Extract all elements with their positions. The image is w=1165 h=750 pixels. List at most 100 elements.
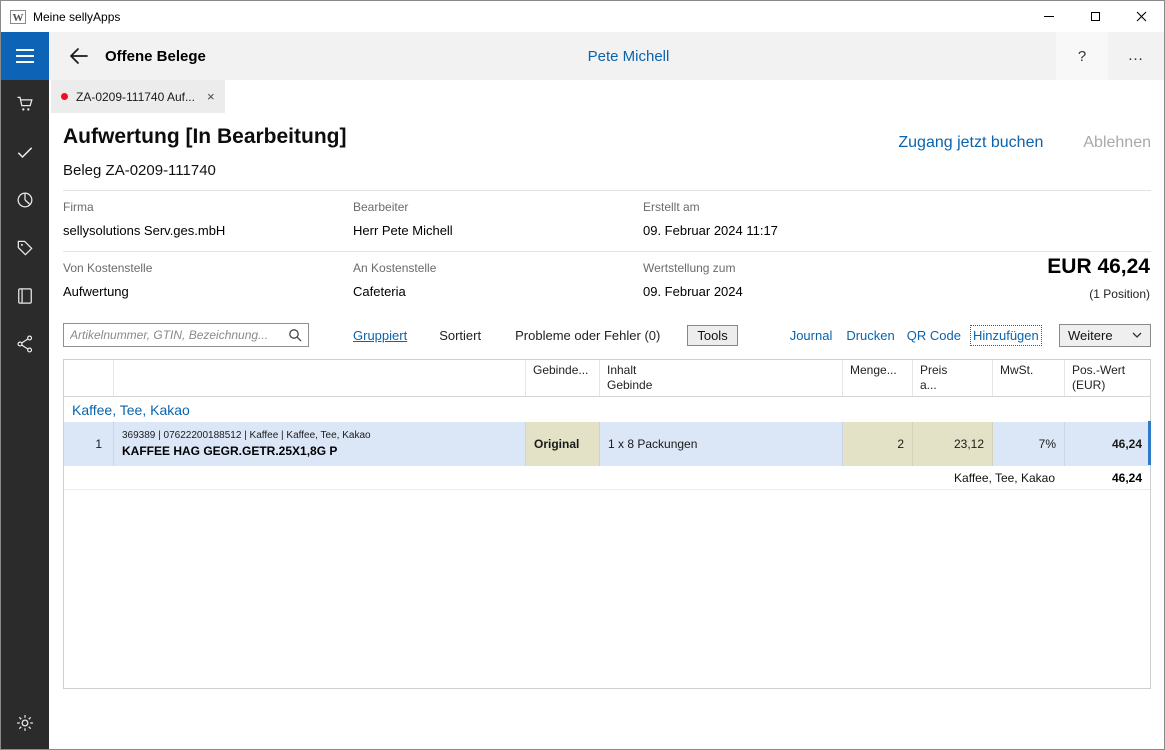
field-von-kostenstelle: Von Kostenstelle Aufwertung xyxy=(63,261,353,301)
column-header-preis[interactable]: Preis a... xyxy=(913,360,993,396)
column-header-mwst[interactable]: MwSt. xyxy=(993,360,1065,396)
selected-row-indicator xyxy=(1148,421,1151,465)
close-button[interactable] xyxy=(1118,1,1164,32)
back-arrow-icon xyxy=(69,48,88,64)
unsaved-indicator-dot xyxy=(61,93,68,100)
table-empty-area xyxy=(64,490,1150,688)
maximize-icon xyxy=(1091,12,1100,21)
mwst-cell: 7% xyxy=(993,422,1065,466)
sidebar-nav xyxy=(1,80,49,749)
table-row[interactable]: 1 369389 | 07622200188512 | Kaffee | Kaf… xyxy=(64,422,1150,466)
field-value: 09. Februar 2024 xyxy=(643,284,743,299)
app-header: Offene Belege Pete Michell ? … xyxy=(1,32,1164,80)
main-content: ZA-0209-111740 Auf... × Aufwertung [In B… xyxy=(49,80,1164,749)
field-value: Herr Pete Michell xyxy=(353,223,453,238)
field-label: Bearbeiter xyxy=(353,200,643,214)
gebinde-cell[interactable]: Original xyxy=(526,422,600,466)
field-row-1: Firma sellysolutions Serv.ges.mbH Bearbe… xyxy=(63,191,1151,252)
column-header-poswert[interactable]: Pos.-Wert (EUR) xyxy=(1065,360,1150,396)
document-fields: Firma sellysolutions Serv.ges.mbH Bearbe… xyxy=(63,191,1151,315)
hamburger-icon xyxy=(15,48,35,64)
table-header: Gebinde... Inhalt Gebinde Menge... Preis… xyxy=(64,360,1150,397)
column-header-gebinde[interactable]: Gebinde... xyxy=(526,360,600,396)
column-header-article[interactable] xyxy=(114,360,526,396)
tab-strip: ZA-0209-111740 Auf... × xyxy=(49,80,1164,113)
field-value: sellysolutions Serv.ges.mbH xyxy=(63,223,225,238)
field-label: Firma xyxy=(63,200,353,214)
more-actions-dropdown[interactable]: Weitere xyxy=(1059,324,1151,347)
qr-code-link[interactable]: QR Code xyxy=(907,328,961,343)
window-controls xyxy=(1026,1,1164,32)
tag-icon xyxy=(15,238,35,258)
grouped-toggle[interactable]: Gruppiert xyxy=(353,328,407,343)
items-toolbar: Gruppiert Sortiert Probleme oder Fehler … xyxy=(63,323,1151,347)
sidebar-item-journal[interactable] xyxy=(1,272,49,320)
sidebar-item-tasks[interactable] xyxy=(1,128,49,176)
book-icon xyxy=(15,286,35,306)
sidebar-item-pricing[interactable] xyxy=(1,224,49,272)
field-value: 09. Februar 2024 11:17 xyxy=(643,223,778,238)
more-options-button[interactable]: … xyxy=(1114,32,1158,80)
journal-link[interactable]: Journal xyxy=(790,328,833,343)
minimize-button[interactable] xyxy=(1026,1,1072,32)
document-view: Aufwertung [In Bearbeitung] Zugang jetzt… xyxy=(49,113,1164,749)
field-an-kostenstelle: An Kostenstelle Cafeteria xyxy=(353,261,643,301)
tab-close-icon[interactable]: × xyxy=(207,89,215,104)
window-titlebar[interactable]: W Meine sellyApps xyxy=(1,1,1164,32)
sorted-toggle[interactable]: Sortiert xyxy=(439,328,481,343)
field-firma: Firma sellysolutions Serv.ges.mbH xyxy=(63,200,353,240)
document-subtitle: Beleg ZA-0209-111740 xyxy=(63,162,1151,179)
field-label: An Kostenstelle xyxy=(353,261,643,275)
preis-cell[interactable]: 23,12 xyxy=(913,422,993,466)
article-search-box xyxy=(63,323,309,347)
sidebar-item-reports[interactable] xyxy=(1,176,49,224)
hamburger-menu-button[interactable] xyxy=(1,32,49,80)
field-value: Cafeteria xyxy=(353,284,406,299)
maximize-button[interactable] xyxy=(1072,1,1118,32)
more-actions-label: Weitere xyxy=(1068,328,1113,343)
back-button[interactable] xyxy=(59,37,97,75)
gear-icon xyxy=(15,713,35,733)
column-header-rownum[interactable] xyxy=(64,360,114,396)
field-erstellt-am: Erstellt am 09. Februar 2024 11:17 xyxy=(643,200,1151,240)
app-logo-icon: W xyxy=(10,9,26,25)
menge-cell[interactable]: 2 xyxy=(843,422,913,466)
field-bearbeiter: Bearbeiter Herr Pete Michell xyxy=(353,200,643,240)
window-title: Meine sellyApps xyxy=(33,10,120,24)
row-number-cell: 1 xyxy=(64,422,114,466)
article-cell: 369389 | 07622200188512 | Kaffee | Kaffe… xyxy=(114,422,526,466)
group-header-row[interactable]: Kaffee, Tee, Kakao xyxy=(64,397,1150,422)
sidebar-item-settings[interactable] xyxy=(1,699,49,747)
help-button[interactable]: ? xyxy=(1056,32,1108,80)
minimize-icon xyxy=(1044,16,1054,17)
svg-text:W: W xyxy=(13,12,24,24)
group-summary-row: Kaffee, Tee, Kakao 46,24 xyxy=(64,466,1150,490)
book-now-link[interactable]: Zugang jetzt buchen xyxy=(898,134,1043,152)
document-title-row: Aufwertung [In Bearbeitung] Zugang jetzt… xyxy=(63,125,1151,152)
summary-value: 46,24 xyxy=(1065,471,1150,485)
close-icon xyxy=(1136,11,1147,22)
column-header-inhalt[interactable]: Inhalt Gebinde xyxy=(600,360,843,396)
tab-document[interactable]: ZA-0209-111740 Auf... × xyxy=(51,80,225,113)
page-title: Offene Belege xyxy=(105,48,206,65)
print-link[interactable]: Drucken xyxy=(846,328,894,343)
app-window: W Meine sellyApps Offene Belege Pete Mic… xyxy=(0,0,1165,750)
reject-link[interactable]: Ablehnen xyxy=(1083,134,1151,152)
sidebar-item-cart[interactable] xyxy=(1,80,49,128)
column-header-menge[interactable]: Menge... xyxy=(843,360,913,396)
user-name[interactable]: Pete Michell xyxy=(588,48,670,65)
total-amount: EUR 46,24 xyxy=(1047,255,1150,279)
inhalt-cell: 1 x 8 Packungen xyxy=(600,422,843,466)
article-name: KAFFEE HAG GEGR.GETR.25X1,8G P xyxy=(122,444,337,458)
field-label: Erstellt am xyxy=(643,200,1151,214)
cart-icon xyxy=(15,94,35,114)
tools-button[interactable]: Tools xyxy=(687,325,737,346)
sidebar-item-network[interactable] xyxy=(1,320,49,368)
field-row-2: Von Kostenstelle Aufwertung An Kostenste… xyxy=(63,252,1151,315)
field-label: Von Kostenstelle xyxy=(63,261,353,275)
add-item-link[interactable]: Hinzufügen xyxy=(973,328,1039,343)
search-input[interactable] xyxy=(70,328,288,342)
search-icon[interactable] xyxy=(288,328,302,342)
problems-link[interactable]: Probleme oder Fehler (0) xyxy=(515,328,660,343)
positions-table: Gebinde... Inhalt Gebinde Menge... Preis… xyxy=(63,359,1151,689)
